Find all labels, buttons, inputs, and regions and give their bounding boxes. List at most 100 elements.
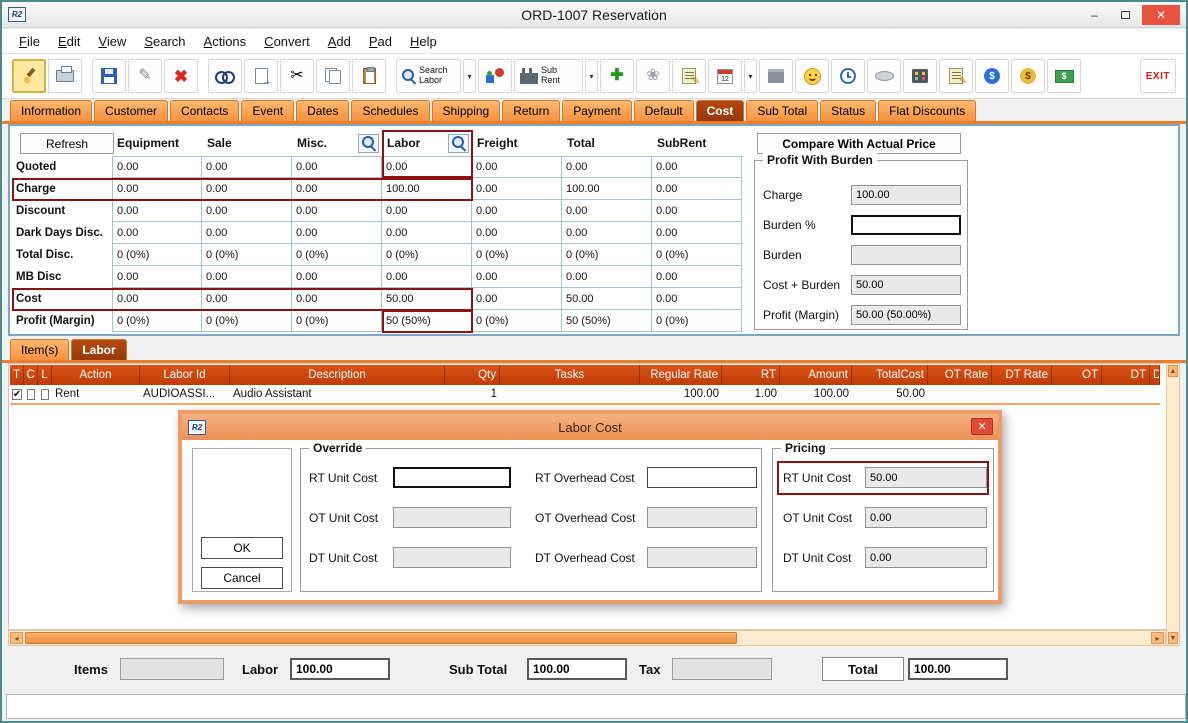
subtotal-field[interactable] bbox=[527, 658, 627, 680]
rt-unit-cost-input[interactable] bbox=[393, 467, 511, 488]
cost-cell[interactable]: 0.00 bbox=[382, 156, 472, 178]
cash-register-button[interactable]: $ bbox=[1047, 59, 1081, 93]
cost-cell[interactable]: 0.00 bbox=[112, 222, 202, 244]
scroll-up-icon[interactable]: ▲ bbox=[1168, 365, 1178, 377]
tab-dates[interactable]: Dates bbox=[296, 100, 349, 121]
tab-status[interactable]: Status bbox=[820, 100, 876, 121]
cost-cell[interactable]: 0.00 bbox=[292, 266, 382, 288]
cost-cell[interactable]: 0.00 bbox=[382, 266, 472, 288]
items-col-ot-rate[interactable]: OT Rate bbox=[928, 365, 992, 385]
cost-cell[interactable]: 0 (0%) bbox=[652, 244, 742, 266]
tab-shipping[interactable]: Shipping bbox=[432, 100, 501, 121]
time-button[interactable] bbox=[831, 59, 865, 93]
tab-payment[interactable]: Payment bbox=[562, 100, 631, 121]
cost-cell[interactable]: 50.00 bbox=[562, 288, 652, 310]
sub-rent-button[interactable]: Sub Rent bbox=[514, 59, 583, 93]
calendar-button[interactable]: 12 bbox=[708, 59, 742, 93]
tab-default[interactable]: Default bbox=[634, 100, 694, 121]
items-col-description[interactable]: Description bbox=[230, 365, 445, 385]
cost-cell[interactable]: 0 (0%) bbox=[472, 244, 562, 266]
smiley-button[interactable] bbox=[795, 59, 829, 93]
close-button[interactable]: ✕ bbox=[1142, 5, 1180, 25]
cost-cell[interactable]: 0.00 bbox=[472, 288, 562, 310]
cost-cell[interactable]: 50 (50%) bbox=[382, 310, 472, 332]
table-row[interactable]: ✔RentAUDIOASSI...Audio Assistant1100.001… bbox=[10, 385, 1160, 405]
tab-customer[interactable]: Customer bbox=[94, 100, 168, 121]
menu-view[interactable]: View bbox=[89, 31, 135, 52]
items-col-dt[interactable]: DT bbox=[1102, 365, 1150, 385]
tab-flat-discounts[interactable]: Flat Discounts bbox=[878, 100, 976, 121]
cost-cell[interactable]: 0 (0%) bbox=[652, 310, 742, 332]
items-col-tasks[interactable]: Tasks bbox=[500, 365, 640, 385]
cut-button[interactable]: ✂ bbox=[280, 59, 314, 93]
maximize-button[interactable] bbox=[1111, 5, 1140, 25]
tab-sub-total[interactable]: Sub Total bbox=[746, 100, 818, 121]
menu-convert[interactable]: Convert bbox=[255, 31, 319, 52]
dialog-close-button[interactable]: ✕ bbox=[971, 418, 993, 435]
cost-cell[interactable]: 0.00 bbox=[472, 266, 562, 288]
cost-cell[interactable]: 0.00 bbox=[652, 222, 742, 244]
ellipse-button[interactable] bbox=[867, 59, 901, 93]
copy-button[interactable] bbox=[316, 59, 350, 93]
cost-cell[interactable]: 0.00 bbox=[382, 222, 472, 244]
form-edit-button[interactable] bbox=[939, 59, 973, 93]
cost-cell[interactable]: 0.00 bbox=[202, 288, 292, 310]
menu-actions[interactable]: Actions bbox=[195, 31, 256, 52]
menu-help[interactable]: Help bbox=[401, 31, 446, 52]
rt-overhead-cost-input[interactable] bbox=[647, 467, 757, 488]
cost-cell[interactable]: 0.00 bbox=[472, 178, 562, 200]
find-button[interactable] bbox=[208, 59, 242, 93]
cost-cell[interactable]: 0.00 bbox=[562, 156, 652, 178]
cost-cell[interactable]: 0.00 bbox=[562, 200, 652, 222]
cost-cell[interactable]: 0.00 bbox=[112, 288, 202, 310]
tab-schedules[interactable]: Schedules bbox=[351, 100, 429, 121]
cost-cell[interactable]: 0.00 bbox=[112, 156, 202, 178]
items-col-t[interactable]: T bbox=[10, 365, 24, 385]
cost-cell[interactable]: 0.00 bbox=[112, 178, 202, 200]
checkbox-checked[interactable]: ✔ bbox=[12, 389, 22, 400]
cost-cell[interactable]: 0.00 bbox=[202, 266, 292, 288]
dialog-title-bar[interactable]: R2 Labor Cost ✕ bbox=[182, 414, 998, 440]
scroll-left-icon[interactable]: ◂ bbox=[10, 632, 23, 644]
search-misc-button[interactable] bbox=[358, 134, 379, 153]
items-col-rt[interactable]: RT bbox=[722, 365, 780, 385]
detail-tab-labor[interactable]: Labor bbox=[71, 339, 126, 360]
tab-information[interactable]: Information bbox=[10, 100, 92, 121]
menu-pad[interactable]: Pad bbox=[360, 31, 401, 52]
detail-tab-item-s[interactable]: Item(s) bbox=[10, 339, 69, 360]
cost-cell[interactable]: 0 (0%) bbox=[112, 310, 202, 332]
menu-search[interactable]: Search bbox=[135, 31, 194, 52]
tab-contacts[interactable]: Contacts bbox=[170, 100, 239, 121]
edit-button[interactable]: ✎ bbox=[128, 59, 162, 93]
cost-cell[interactable]: 0 (0%) bbox=[202, 310, 292, 332]
calendar-dropdown[interactable]: ▾ bbox=[744, 59, 757, 93]
scroll-right-icon[interactable]: ▸ bbox=[1151, 632, 1164, 644]
cost-cell[interactable]: 100.00 bbox=[382, 178, 472, 200]
cost-cell[interactable]: 0.00 bbox=[472, 200, 562, 222]
cost-cell[interactable]: 0.00 bbox=[292, 156, 382, 178]
refresh-button[interactable]: Refresh bbox=[20, 133, 114, 154]
goto-document-button[interactable] bbox=[244, 59, 278, 93]
cost-cell[interactable]: 0.00 bbox=[202, 222, 292, 244]
cost-cell[interactable]: 50 (50%) bbox=[562, 310, 652, 332]
cost-cell[interactable]: 0 (0%) bbox=[112, 244, 202, 266]
cost-cell[interactable]: 0.00 bbox=[562, 266, 652, 288]
cost-cell[interactable]: 0.00 bbox=[652, 288, 742, 310]
cost-cell[interactable]: 0.00 bbox=[652, 200, 742, 222]
options-button[interactable]: ❀ bbox=[636, 59, 670, 93]
burden-pct-input[interactable] bbox=[851, 215, 961, 235]
items-col-amount[interactable]: Amount bbox=[780, 365, 852, 385]
cost-cell[interactable]: 0 (0%) bbox=[202, 244, 292, 266]
currency-button[interactable]: $ bbox=[975, 59, 1009, 93]
menu-add[interactable]: Add bbox=[319, 31, 360, 52]
checkbox[interactable] bbox=[27, 389, 35, 400]
cost-cell[interactable]: 0.00 bbox=[472, 156, 562, 178]
items-col-regular-rate[interactable]: Regular Rate bbox=[640, 365, 722, 385]
items-col-c[interactable]: C bbox=[24, 365, 38, 385]
cost-cell[interactable]: 0.00 bbox=[292, 222, 382, 244]
cost-cell[interactable]: 0.00 bbox=[112, 200, 202, 222]
cost-cell[interactable]: 0.00 bbox=[652, 156, 742, 178]
items-col-action[interactable]: Action bbox=[52, 365, 140, 385]
save-button[interactable] bbox=[92, 59, 126, 93]
items-col-labor-id[interactable]: Labor Id bbox=[140, 365, 230, 385]
